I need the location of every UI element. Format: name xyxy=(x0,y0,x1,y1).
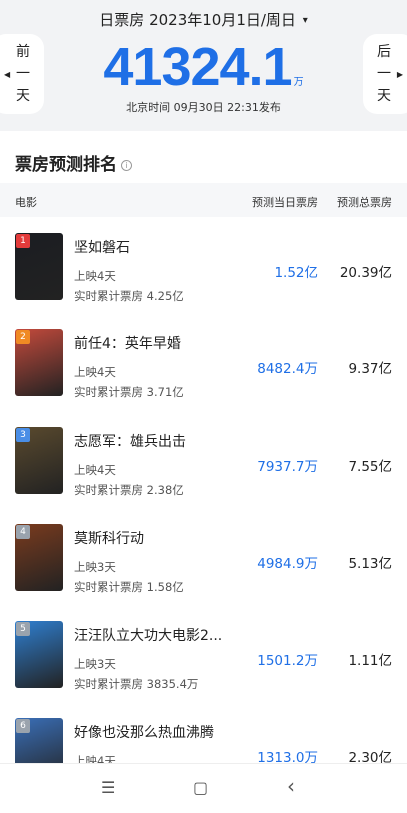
predicted-total: 9.37亿 xyxy=(348,361,392,377)
rank-badge: 6 xyxy=(16,719,30,733)
predicted-today: 4984.9万 xyxy=(257,556,318,572)
predicted-today: 1.52亿 xyxy=(274,265,318,281)
chevron-down-icon: ▾ xyxy=(302,15,308,26)
movie-row[interactable]: 2 前任4：英年早婚 上映4天实时累计票房 3.71亿 8482.4万 9.37亿 xyxy=(0,329,407,426)
rank-badge: 4 xyxy=(16,525,30,539)
predicted-total: 7.55亿 xyxy=(348,459,392,475)
movie-title: 汪汪队立大功大电影2... xyxy=(74,628,223,644)
forecast-card: 票房预测排名 i 电影 预测当日票房 预测总票房 1 坚如磐石 上映4天 实时累计票房 … xyxy=(0,131,407,763)
cumulative-box-office: 实时累计票房 3835.4万 xyxy=(74,677,199,691)
predicted-total: 2.30亿 xyxy=(348,750,392,763)
box-office-unit: 万 xyxy=(293,77,304,88)
column-total: 预测总票房 xyxy=(337,196,392,209)
predicted-today: 8482.4万 xyxy=(257,361,318,377)
rank-badge: 1 xyxy=(16,234,30,248)
movie-title: 前任4：英年早婚 xyxy=(74,336,181,352)
section-title-text: 票房预测排名 xyxy=(15,155,117,175)
release-days: 上映3天 xyxy=(74,657,116,671)
movie-row[interactable]: 6 好像也没那么热血沸腾上映4天 1313.0万 2.30亿 xyxy=(0,718,407,763)
release-days: 上映4天 xyxy=(74,754,116,763)
rank-badge: 2 xyxy=(16,330,30,344)
info-icon[interactable]: i xyxy=(121,160,132,171)
rank-badge: 3 xyxy=(16,428,30,442)
movie-row[interactable]: 3 志愿军：雄兵出击 上映4天实时累计票房 2.38亿 7937.7万 7.55亿 xyxy=(0,427,407,524)
back-icon[interactable]: ‹ xyxy=(287,774,295,798)
cumulative-box-office: 实时累计票房 4.25亿 xyxy=(74,289,184,303)
cumulative-box-office: 实时累计票房 3.71亿 xyxy=(74,385,184,399)
movie-title: 志愿军：雄兵出击 xyxy=(74,434,186,450)
release-days: 上映4天 xyxy=(74,269,116,283)
movie-title: 坚如磐石 xyxy=(74,240,130,256)
movie-title: 好像也没那么热血沸腾 xyxy=(74,725,214,741)
predicted-today: 7937.7万 xyxy=(257,459,318,475)
predicted-today: 1501.2万 xyxy=(257,653,318,669)
date-type-label: 日票房 xyxy=(99,11,145,29)
movie-title: 莫斯科行动 xyxy=(74,531,144,547)
release-days: 上映4天 xyxy=(74,463,116,477)
predicted-total: 5.13亿 xyxy=(348,556,392,572)
release-days: 上映4天 xyxy=(74,365,116,379)
movie-row[interactable]: 1 坚如磐石上映4天实时累计票房 4.25亿 1.52亿 20.39亿 xyxy=(0,233,407,330)
release-days: 上映3天 xyxy=(74,560,116,574)
menu-icon[interactable]: ☰ xyxy=(101,778,115,797)
date-selector[interactable]: 日票房 2023年10月1日/周日 ▾ xyxy=(0,9,407,30)
predicted-total: 1.11亿 xyxy=(348,653,392,669)
home-icon[interactable]: ▢ xyxy=(193,778,208,797)
header: 日票房 2023年10月1日/周日 ▾ ◀ 前 一 天 ▶ 后 一 天 4132… xyxy=(0,0,407,124)
movie-row[interactable]: 5 汪汪队立大功大电影2... 上映3天实时累计票房 3835.4万 1501.2万 1… xyxy=(0,621,407,718)
daily-box-office: 41324.1 万 xyxy=(0,36,407,98)
table-header: 电影 预测当日票房 预测总票房 xyxy=(0,183,407,217)
system-nav-bar: ☰ ▢ ‹ xyxy=(0,763,407,813)
predicted-total: 20.39亿 xyxy=(339,265,392,281)
date-value: 2023年10月1日/周日 xyxy=(149,11,296,29)
movie-row[interactable]: 4 莫斯科行动上映3天实时累计票房 1.58亿 4984.9万 5.13亿 xyxy=(0,524,407,621)
predicted-today: 1313.0万 xyxy=(257,750,318,763)
rank-badge: 5 xyxy=(16,622,30,636)
column-today: 预测当日票房 xyxy=(252,196,318,209)
publish-time: 北京时间 09月30日 22:31发布 xyxy=(126,101,281,114)
box-office-value: 41324.1 xyxy=(103,37,292,97)
section-title: 票房预测排名 i xyxy=(15,150,132,175)
cumulative-box-office: 实时累计票房 2.38亿 xyxy=(74,483,184,497)
column-movie: 电影 xyxy=(15,196,37,209)
cumulative-box-office: 实时累计票房 1.58亿 xyxy=(74,580,184,594)
